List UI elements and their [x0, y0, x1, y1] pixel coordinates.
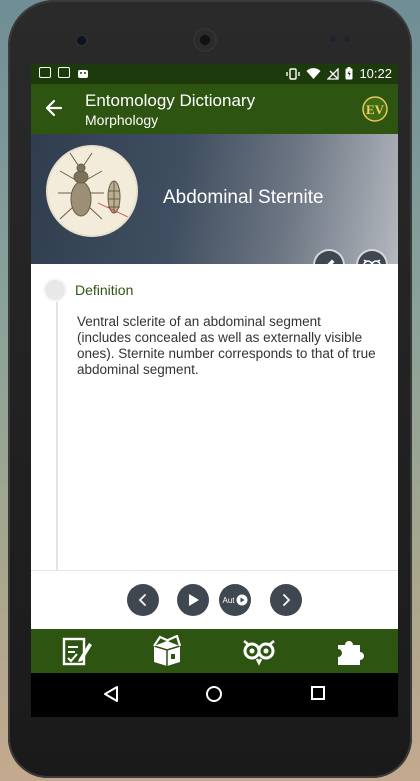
- definition-panel: Definition Ventral sclerite of an abdomi…: [31, 264, 398, 570]
- nav-recents-icon[interactable]: [310, 685, 326, 701]
- app-bar: Entomology Dictionary Morphology EV: [31, 84, 398, 134]
- auto-play-label: Aut: [222, 595, 235, 605]
- term-header: Abdominal Sternite: [31, 134, 398, 279]
- screen: 10:22 Entomology Dictionary Morphology E…: [31, 64, 398, 717]
- term-title: Abdominal Sternite: [163, 187, 324, 208]
- battery-icon: [345, 67, 353, 80]
- phone-frame: 10:22 Entomology Dictionary Morphology E…: [8, 0, 412, 778]
- android-icon: [78, 70, 88, 78]
- logo-text: EV: [366, 102, 385, 117]
- arrow-left-icon[interactable]: [45, 94, 63, 125]
- auto-play-icon: [236, 594, 247, 606]
- play-icon[interactable]: [177, 584, 209, 616]
- nav-home-icon[interactable]: [205, 685, 223, 703]
- chevron-left-icon[interactable]: [127, 584, 159, 616]
- insect-illustration: [48, 147, 136, 235]
- timeline-dot: [45, 280, 65, 300]
- timeline-line: [56, 282, 58, 570]
- puzzle-icon[interactable]: [334, 635, 366, 667]
- app-logo[interactable]: EV: [362, 96, 388, 122]
- signal-icon: [327, 67, 340, 80]
- wifi-icon: [306, 67, 321, 79]
- app-subtitle: Morphology: [85, 112, 159, 128]
- app-title: Entomology Dictionary: [85, 91, 256, 110]
- vibrate-icon: [286, 67, 301, 80]
- definition-text: Ventral sclerite of an abdominal segment…: [77, 314, 376, 377]
- earpiece-speaker: [195, 30, 215, 50]
- section-label: Definition: [75, 282, 134, 298]
- owl-icon[interactable]: [243, 635, 275, 667]
- nav-back-icon[interactable]: [103, 685, 119, 703]
- system-nav-bar: [31, 673, 398, 717]
- bottom-nav: [31, 629, 398, 673]
- box-icon[interactable]: [151, 635, 183, 667]
- proximity-sensor: [330, 36, 336, 42]
- quiz-icon[interactable]: [61, 635, 93, 667]
- status-bar: 10:22: [31, 64, 398, 84]
- playback-controls: Aut: [31, 570, 398, 629]
- image-icon: [39, 67, 51, 78]
- light-sensor: [344, 36, 350, 42]
- auto-play-button[interactable]: Aut: [219, 584, 251, 616]
- clipboard-check-icon: [58, 67, 70, 78]
- front-camera: [77, 36, 86, 45]
- chevron-right-icon[interactable]: [270, 584, 302, 616]
- clock: 10:22: [359, 66, 392, 81]
